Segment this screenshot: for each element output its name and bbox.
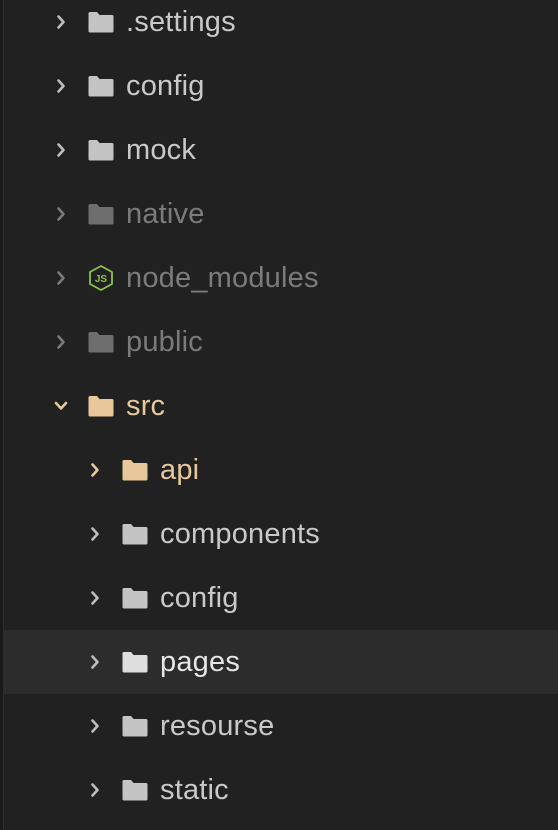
folder-icon xyxy=(86,9,116,35)
tree-item-label: resourse xyxy=(160,709,275,742)
tree-item-src[interactable]: src xyxy=(4,374,558,438)
tree-item-static[interactable]: static xyxy=(4,758,558,822)
tree-item-label: config xyxy=(160,581,239,614)
folder-open-icon xyxy=(86,393,116,419)
chevron-down-icon[interactable] xyxy=(54,398,68,414)
chevron-right-icon[interactable] xyxy=(88,654,102,670)
chevron-right-icon[interactable] xyxy=(54,334,68,350)
folder-icon xyxy=(120,713,150,739)
tree-item-label: native xyxy=(126,197,205,230)
tree-item-node-modules[interactable]: JS node_modules xyxy=(4,246,558,310)
chevron-right-icon[interactable] xyxy=(88,590,102,606)
tree-item-config[interactable]: config xyxy=(4,566,558,630)
tree-item-label: .settings xyxy=(126,5,236,38)
chevron-right-icon[interactable] xyxy=(88,782,102,798)
tree-item-config[interactable]: config xyxy=(4,54,558,118)
tree-item-label: static xyxy=(160,773,229,806)
tree-item-label: public xyxy=(126,325,203,358)
tree-item-label: mock xyxy=(126,133,197,166)
tree-item-pages[interactable]: pages xyxy=(4,630,558,694)
tree-item-api[interactable]: api xyxy=(4,438,558,502)
file-tree: .settings config mock native JS node_modulesp… xyxy=(4,0,558,822)
tree-item-label: pages xyxy=(160,645,241,678)
chevron-right-icon[interactable] xyxy=(54,14,68,30)
folder-icon xyxy=(86,73,116,99)
tree-item-components[interactable]: components xyxy=(4,502,558,566)
folder-icon xyxy=(120,457,150,483)
tree-item-label: node_modules xyxy=(126,261,319,294)
tree-item-native[interactable]: native xyxy=(4,182,558,246)
tree-item-public[interactable]: public xyxy=(4,310,558,374)
svg-text:JS: JS xyxy=(95,274,108,285)
tree-item-label: src xyxy=(126,389,166,422)
chevron-right-icon[interactable] xyxy=(88,718,102,734)
folder-icon xyxy=(120,521,150,547)
folder-icon xyxy=(86,201,116,227)
folder-icon xyxy=(120,585,150,611)
chevron-right-icon[interactable] xyxy=(54,142,68,158)
folder-icon xyxy=(86,137,116,163)
tree-item-mock[interactable]: mock xyxy=(4,118,558,182)
tree-item-settings[interactable]: .settings xyxy=(4,0,558,54)
folder-icon xyxy=(120,649,150,675)
folder-icon xyxy=(120,777,150,803)
chevron-right-icon[interactable] xyxy=(54,78,68,94)
tree-item-resourse[interactable]: resourse xyxy=(4,694,558,758)
tree-item-label: config xyxy=(126,69,205,102)
chevron-right-icon[interactable] xyxy=(54,206,68,222)
chevron-right-icon[interactable] xyxy=(88,526,102,542)
nodejs-icon: JS xyxy=(86,265,116,291)
chevron-right-icon[interactable] xyxy=(54,270,68,286)
tree-item-label: api xyxy=(160,453,200,486)
folder-icon xyxy=(86,329,116,355)
chevron-right-icon[interactable] xyxy=(88,462,102,478)
tree-item-label: components xyxy=(160,517,320,550)
